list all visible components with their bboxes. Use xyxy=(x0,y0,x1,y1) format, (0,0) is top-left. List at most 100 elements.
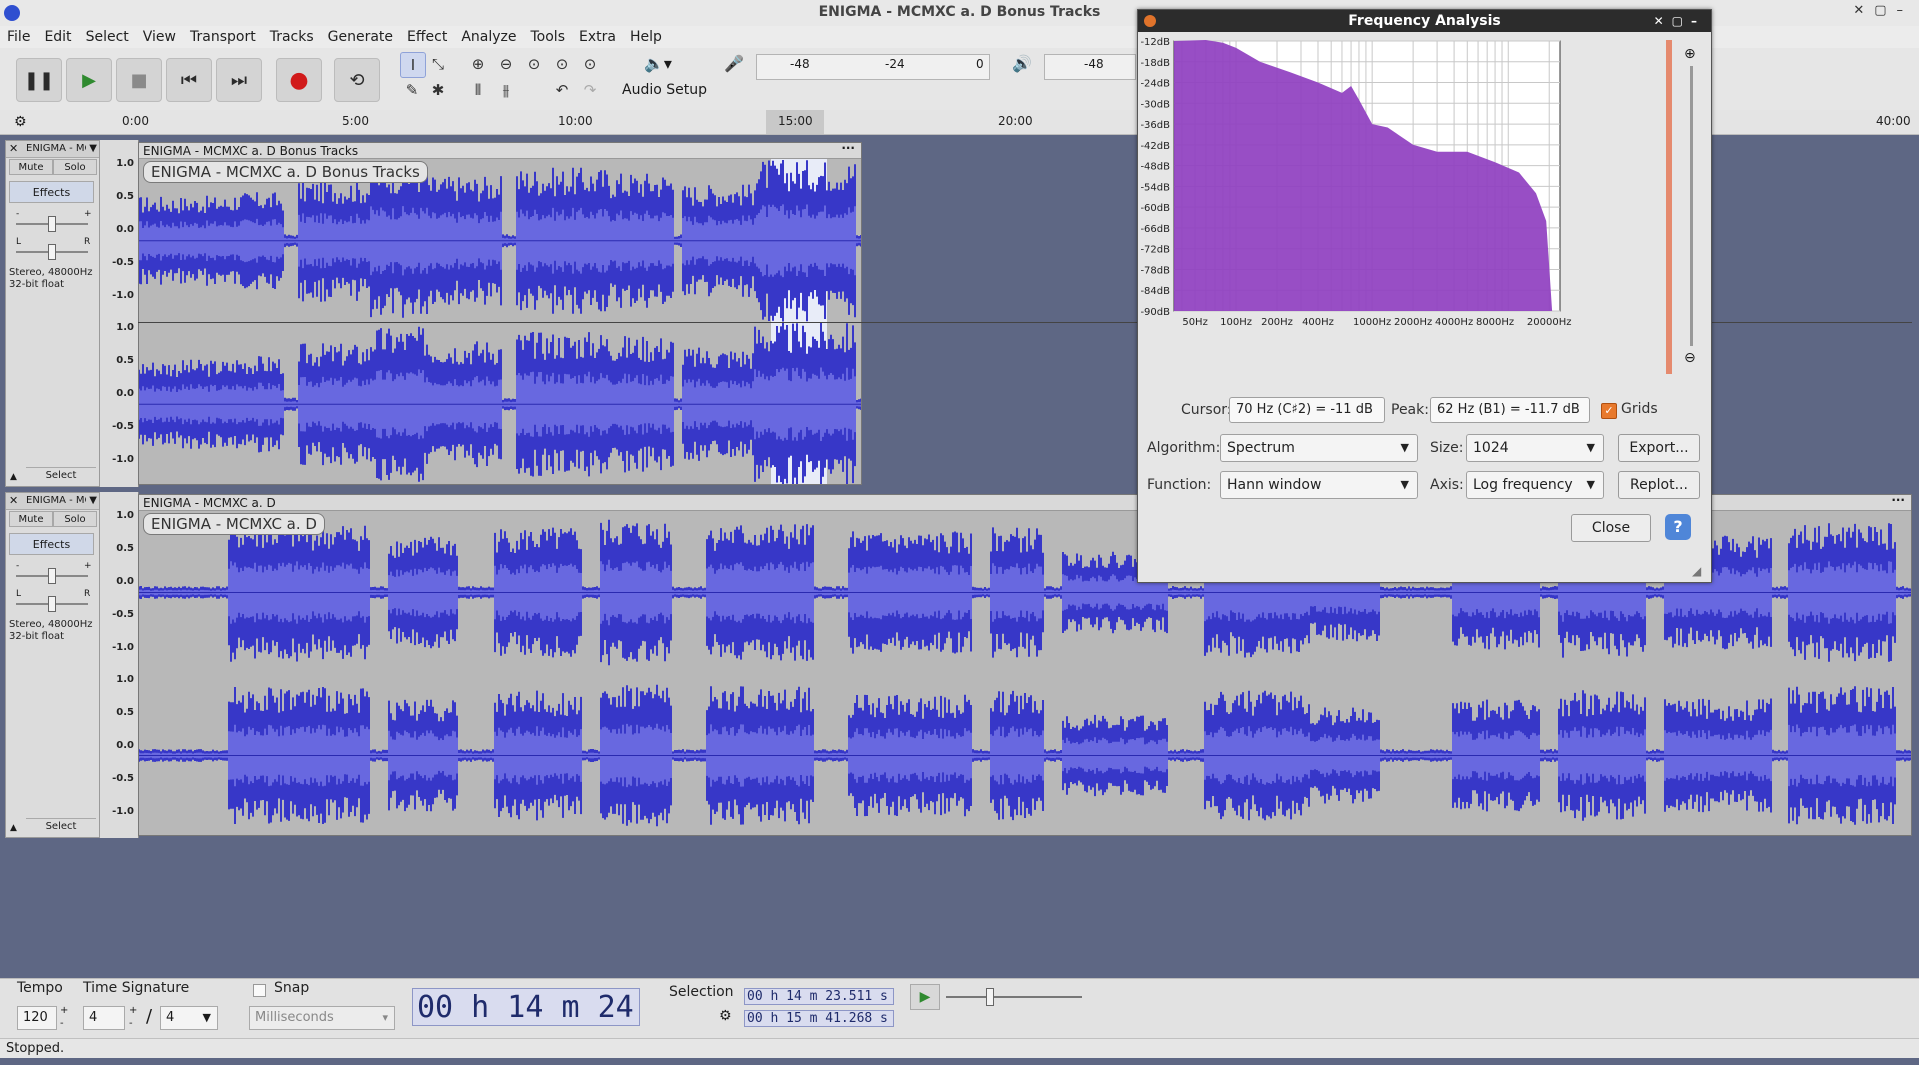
numerator-stepper[interactable]: + - xyxy=(129,1004,137,1030)
gain-slider[interactable] xyxy=(16,216,88,232)
range-slider[interactable] xyxy=(1666,40,1672,374)
envelope-tool-button[interactable]: ⤡ xyxy=(426,52,450,76)
menu-select[interactable]: Select xyxy=(79,26,136,45)
gain-slider-handle[interactable] xyxy=(48,216,56,232)
pause-button[interactable]: ❚❚ xyxy=(16,58,62,102)
function-select[interactable]: Hann window ▼ xyxy=(1220,471,1418,499)
trim-button[interactable]: ⫴ xyxy=(466,78,490,102)
time-display[interactable]: 00 h 14 m 24 s xyxy=(412,988,640,1063)
fit-selection-button[interactable]: ⊙ xyxy=(522,52,546,76)
menu-file[interactable]: File xyxy=(0,26,37,45)
tempo-stepper[interactable]: + - xyxy=(60,1004,68,1030)
gain-slider-handle[interactable] xyxy=(48,568,56,584)
resize-grip-icon[interactable]: ◢ xyxy=(1692,564,1701,578)
multi-tool-button[interactable]: ✱ xyxy=(426,78,450,102)
time-signature-denominator[interactable]: 4 ▼ xyxy=(160,1006,218,1030)
size-select[interactable]: 1024 ▼ xyxy=(1466,434,1604,462)
snap-checkbox[interactable] xyxy=(253,984,266,997)
scale-label: 0.0 xyxy=(116,224,134,235)
silence-button[interactable]: ⫵ xyxy=(494,78,518,102)
fit-project-button[interactable]: ⊙ xyxy=(550,52,574,76)
gain-min-label: - xyxy=(16,561,20,571)
play-at-speed-button[interactable]: ▶ xyxy=(910,984,940,1010)
audio-setup-button[interactable]: 🔈▾ Audio Setup xyxy=(618,52,708,106)
mute-button[interactable]: Mute xyxy=(9,159,53,175)
select-track-button[interactable]: Select xyxy=(26,467,96,484)
menu-edit[interactable]: Edit xyxy=(37,26,78,45)
algorithm-select[interactable]: Spectrum ▼ xyxy=(1220,434,1418,462)
pan-slider[interactable] xyxy=(16,596,88,612)
loop-button[interactable]: ⟲ xyxy=(334,58,380,102)
record-meter-tick: 0 xyxy=(976,57,984,71)
snap-unit-select[interactable]: Milliseconds ▾ xyxy=(249,1006,395,1030)
clip-name-label[interactable]: ENIGMA - MCMXC a. D xyxy=(143,513,325,535)
selection-end[interactable]: 00 h 15 m 41.268 s xyxy=(744,1010,894,1027)
clip-menu-icon[interactable]: ··· xyxy=(1891,495,1905,508)
close-track-icon[interactable]: ✕ xyxy=(9,493,18,509)
solo-button[interactable]: Solo xyxy=(53,159,97,175)
collapse-track-icon[interactable]: ▲ xyxy=(10,472,17,482)
clip-title-bar[interactable]: ENIGMA - MCMXC a. D Bonus Tracks ··· xyxy=(139,143,861,159)
axis-value: Log frequency xyxy=(1473,477,1573,493)
window-controls[interactable]: ✕▢– xyxy=(1853,3,1913,18)
effects-button[interactable]: Effects xyxy=(9,181,94,203)
skip-end-button[interactable]: ⏭ xyxy=(216,58,262,102)
replot-button[interactable]: Replot... xyxy=(1618,471,1700,499)
solo-button[interactable]: Solo xyxy=(53,511,97,527)
menu-view[interactable]: View xyxy=(136,26,183,45)
play-button[interactable]: ▶ xyxy=(66,58,112,102)
undo-button[interactable]: ↶ xyxy=(550,78,574,102)
track-menu-icon[interactable]: ▼ xyxy=(89,493,97,509)
zoom-out-icon[interactable]: ⊖ xyxy=(1684,350,1696,366)
zoom-in-icon[interactable]: ⊕ xyxy=(1684,46,1696,62)
pan-slider[interactable] xyxy=(16,244,88,260)
export-button[interactable]: Export... xyxy=(1618,434,1700,462)
vertical-zoom-slider[interactable] xyxy=(1690,66,1693,346)
menu-tracks[interactable]: Tracks xyxy=(263,26,321,45)
menu-tools[interactable]: Tools xyxy=(524,26,573,45)
effects-button[interactable]: Effects xyxy=(9,533,94,555)
menu-analyze[interactable]: Analyze xyxy=(454,26,523,45)
gear-icon[interactable]: ⚙ xyxy=(14,114,27,130)
menu-transport[interactable]: Transport xyxy=(183,26,263,45)
select-track-button[interactable]: Select xyxy=(26,818,96,835)
skip-start-button[interactable]: ⏮ xyxy=(166,58,212,102)
tempo-input[interactable]: 120 xyxy=(17,1006,57,1030)
grids-checkbox[interactable]: ✓ xyxy=(1601,403,1617,419)
help-button[interactable]: ? xyxy=(1665,514,1691,540)
dialog-window-controls[interactable]: ✕▢– xyxy=(1654,10,1705,32)
dialog-title-bar[interactable]: Frequency Analysis ✕▢– xyxy=(1138,10,1711,32)
selection-settings-icon[interactable]: ⚙ xyxy=(719,1008,732,1024)
zoom-in-button[interactable]: ⊕ xyxy=(466,52,490,76)
zoom-toggle-button[interactable]: ⊙ xyxy=(578,52,602,76)
close-button[interactable]: Close xyxy=(1571,514,1651,542)
menu-generate[interactable]: Generate xyxy=(321,26,400,45)
record-button[interactable]: ● xyxy=(276,58,322,102)
selection-tool-button[interactable]: I xyxy=(400,52,426,78)
close-track-icon[interactable]: ✕ xyxy=(9,141,18,157)
track-name[interactable]: ENIGMA - MC xyxy=(26,141,86,157)
menu-extra[interactable]: Extra xyxy=(572,26,623,45)
pan-slider-handle[interactable] xyxy=(48,596,56,612)
draw-tool-button[interactable]: ✎ xyxy=(400,78,424,102)
axis-select[interactable]: Log frequency ▼ xyxy=(1466,471,1604,499)
collapse-track-icon[interactable]: ▲ xyxy=(10,823,17,833)
track-menu-icon[interactable]: ▼ xyxy=(89,141,97,157)
selection-start[interactable]: 00 h 14 m 23.511 s xyxy=(744,988,894,1005)
clip-menu-icon[interactable]: ··· xyxy=(841,143,855,156)
spectrum-plot[interactable]: -12dB -18dB -24dB -30dB -36dB -42dB -48dB -54dB… xyxy=(1138,32,1711,392)
menu-help[interactable]: Help xyxy=(623,26,669,45)
zoom-out-button[interactable]: ⊖ xyxy=(494,52,518,76)
redo-button[interactable]: ↷ xyxy=(578,78,602,102)
pan-slider-handle[interactable] xyxy=(48,244,56,260)
track-name[interactable]: ENIGMA - MC xyxy=(26,493,86,509)
time-signature-numerator[interactable]: 4 xyxy=(83,1006,125,1030)
mute-button[interactable]: Mute xyxy=(9,511,53,527)
audio-clip[interactable]: ENIGMA - MCMXC a. D Bonus Tracks ··· ENI… xyxy=(138,142,862,485)
stop-button[interactable]: ■ xyxy=(116,58,162,102)
clip-name-label[interactable]: ENIGMA - MCMXC a. D Bonus Tracks xyxy=(143,161,428,183)
play-speed-handle[interactable] xyxy=(986,988,994,1006)
gain-slider[interactable] xyxy=(16,568,88,584)
play-speed-slider[interactable] xyxy=(946,988,1082,1006)
menu-effect[interactable]: Effect xyxy=(400,26,454,45)
